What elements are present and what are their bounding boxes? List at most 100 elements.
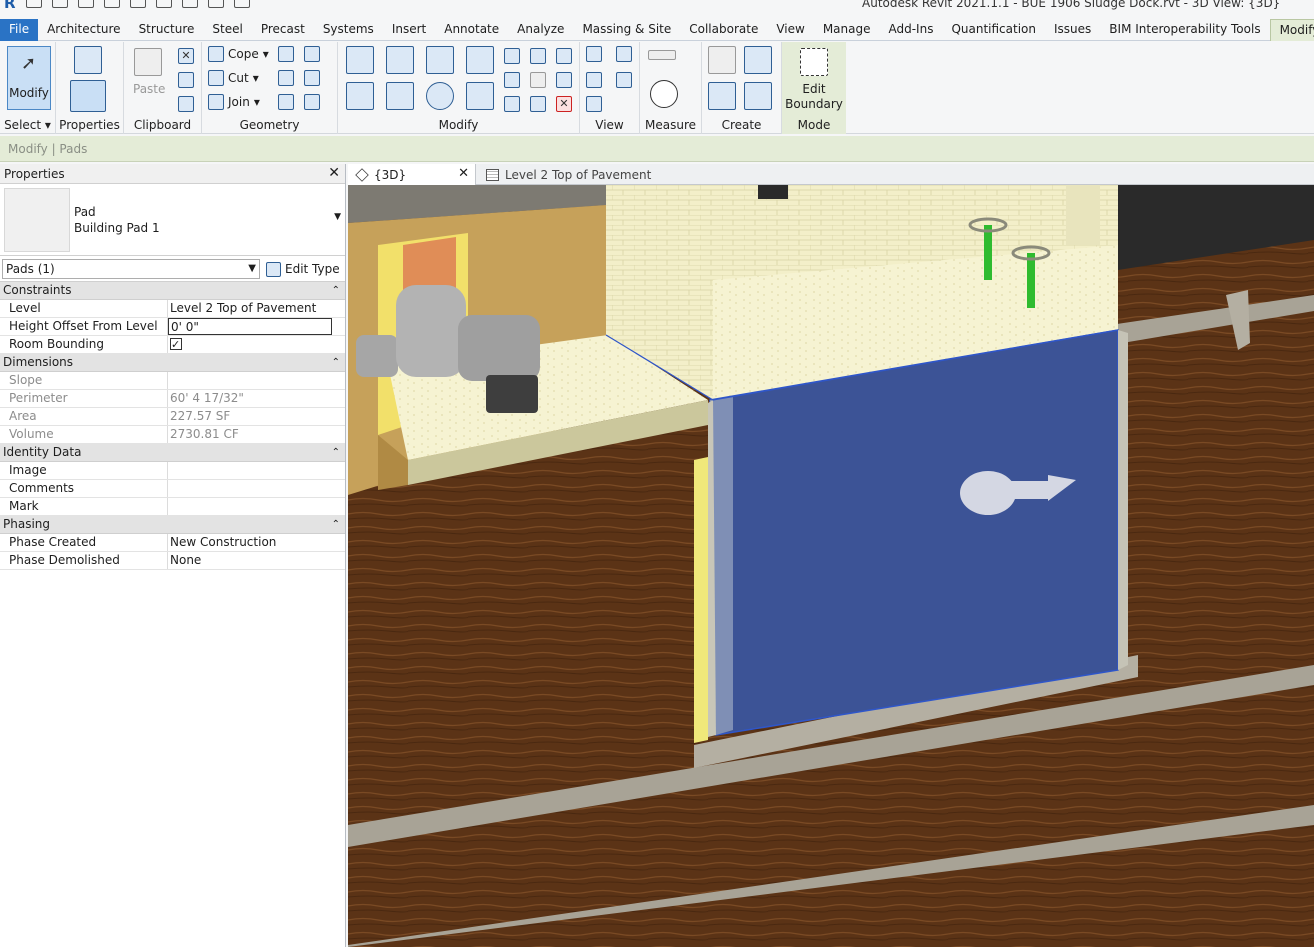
trim-icon[interactable] <box>466 82 494 110</box>
join-button[interactable]: Join ▾ <box>208 94 260 110</box>
tab-quantification[interactable]: Quantification <box>942 19 1045 41</box>
tab-precast[interactable]: Precast <box>252 19 314 41</box>
property-row-level[interactable]: Level Level 2 Top of Pavement <box>0 300 345 318</box>
property-row-phase-demolished[interactable]: Phase Demolished None <box>0 552 345 570</box>
property-value[interactable] <box>168 498 345 515</box>
tab-structure[interactable]: Structure <box>130 19 204 41</box>
selection-box-icon[interactable] <box>586 96 602 112</box>
category-constraints[interactable]: Constraints ⌃ <box>0 282 345 300</box>
tab-analyze[interactable]: Analyze <box>508 19 573 41</box>
select-dropdown[interactable]: Select ▾ <box>0 118 55 132</box>
3d-viewport[interactable] <box>348 185 1314 947</box>
lightbulb-icon[interactable] <box>586 46 602 62</box>
tab-annotate[interactable]: Annotate <box>435 19 508 41</box>
cut-button[interactable]: Cut ▾ <box>208 70 259 86</box>
property-value[interactable] <box>168 480 345 497</box>
property-value[interactable] <box>168 462 345 479</box>
measure-icon[interactable] <box>181 0 198 8</box>
property-value[interactable]: Level 2 Top of Pavement <box>168 300 345 317</box>
trim-multiple-icon[interactable] <box>504 96 520 112</box>
tab-issues[interactable]: Issues <box>1045 19 1100 41</box>
collapse-chevron-icon[interactable]: ⌃ <box>332 282 340 299</box>
category-identity-data[interactable]: Identity Data ⌃ <box>0 444 345 462</box>
linework-view-icon[interactable] <box>616 72 632 88</box>
type-selector[interactable]: Pad Building Pad 1 ▼ <box>0 184 345 256</box>
revit-logo[interactable]: R <box>4 0 16 12</box>
tab-architecture[interactable]: Architecture <box>38 19 129 41</box>
tab-insert[interactable]: Insert <box>383 19 435 41</box>
split-face-icon[interactable] <box>278 46 294 62</box>
property-value[interactable]: None <box>168 552 345 569</box>
tab-file[interactable]: File <box>0 19 39 41</box>
property-value[interactable] <box>168 336 345 353</box>
type-properties-icon[interactable] <box>74 46 102 74</box>
demolish-icon[interactable] <box>304 70 320 86</box>
create-similar-icon[interactable] <box>744 82 772 110</box>
tab-add-ins[interactable]: Add-Ins <box>879 19 942 41</box>
edit-boundary-button[interactable]: Edit Boundary <box>782 44 846 114</box>
properties-icon[interactable] <box>70 80 106 112</box>
hammer-icon[interactable] <box>304 94 320 110</box>
instance-filter-dropdown[interactable]: Pads (1) ▼ <box>2 259 260 279</box>
tab-collaborate[interactable]: Collaborate <box>680 19 767 41</box>
unpin-icon[interactable] <box>556 72 572 88</box>
create-group-icon[interactable] <box>708 82 736 110</box>
paint-icon[interactable] <box>304 46 320 62</box>
measure-between-icon[interactable] <box>648 50 676 60</box>
hide-element-icon[interactable] <box>616 46 632 62</box>
aligned-dimension-icon[interactable] <box>650 80 678 108</box>
property-row-room-bounding[interactable]: Room Bounding <box>0 336 345 354</box>
tab-massing-site[interactable]: Massing & Site <box>573 19 680 41</box>
tab-modify-pads[interactable]: Modify | Pads <box>1269 19 1314 41</box>
property-value[interactable]: New Construction <box>168 534 345 551</box>
property-row-comments[interactable]: Comments <box>0 480 345 498</box>
wall-joins-icon[interactable] <box>278 70 294 86</box>
edit-type-button[interactable]: Edit Type <box>266 259 340 279</box>
property-row-mark[interactable]: Mark <box>0 498 345 516</box>
property-row-image[interactable]: Image <box>0 462 345 480</box>
text-icon[interactable] <box>233 0 250 8</box>
property-value[interactable]: 0' 0" <box>168 318 332 335</box>
tab-level-2-plan[interactable]: Level 2 Top of Pavement <box>478 164 651 185</box>
tab-manage[interactable]: Manage <box>814 19 880 41</box>
array-icon[interactable] <box>504 72 520 88</box>
trim-single-icon[interactable] <box>530 96 546 112</box>
property-row-height-offset-from-level[interactable]: Height Offset From Level 0' 0" <box>0 318 345 336</box>
property-row-phase-created[interactable]: Phase Created New Construction <box>0 534 345 552</box>
open-icon[interactable] <box>25 0 42 8</box>
close-icon[interactable]: ✕ <box>328 165 340 181</box>
checkbox[interactable] <box>170 336 182 353</box>
split-icon[interactable] <box>504 48 520 64</box>
cut-clipboard-icon[interactable] <box>178 48 194 64</box>
override-graphics-icon[interactable] <box>586 72 602 88</box>
tab-bim-interoperability-tools[interactable]: BIM Interoperability Tools <box>1100 19 1269 41</box>
modify-button[interactable]: ➚ Modify <box>7 46 51 110</box>
collapse-chevron-icon[interactable]: ⌃ <box>332 354 340 371</box>
undo-icon[interactable] <box>103 0 120 8</box>
match-properties-icon[interactable] <box>178 96 194 112</box>
category-phasing[interactable]: Phasing ⌃ <box>0 516 345 534</box>
tab-steel[interactable]: Steel <box>203 19 251 41</box>
linework-icon[interactable] <box>278 94 294 110</box>
offset-icon[interactable] <box>386 46 414 74</box>
copy-clipboard-icon[interactable] <box>178 72 194 88</box>
category-dimensions[interactable]: Dimensions ⌃ <box>0 354 345 372</box>
create-parts-icon[interactable] <box>744 46 772 74</box>
collapse-chevron-icon[interactable]: ⌃ <box>332 516 340 533</box>
3d-model-render[interactable] <box>348 185 1314 947</box>
sync-icon[interactable] <box>77 0 94 8</box>
redo-icon[interactable] <box>129 0 146 8</box>
dimension-icon[interactable] <box>207 0 224 8</box>
tab-view[interactable]: View <box>767 19 813 41</box>
create-assembly-icon[interactable] <box>708 46 736 74</box>
rotate-icon[interactable] <box>426 82 454 110</box>
split-gap-icon[interactable] <box>530 48 546 64</box>
cope-button[interactable]: Cope ▾ <box>208 46 269 62</box>
copy-icon[interactable] <box>386 82 414 110</box>
scale-icon[interactable] <box>530 72 546 88</box>
print-icon[interactable] <box>155 0 172 8</box>
close-icon[interactable]: ✕ <box>458 166 469 181</box>
delete-icon[interactable] <box>556 96 572 112</box>
align-icon[interactable] <box>346 46 374 74</box>
paste-icon[interactable] <box>134 48 162 76</box>
